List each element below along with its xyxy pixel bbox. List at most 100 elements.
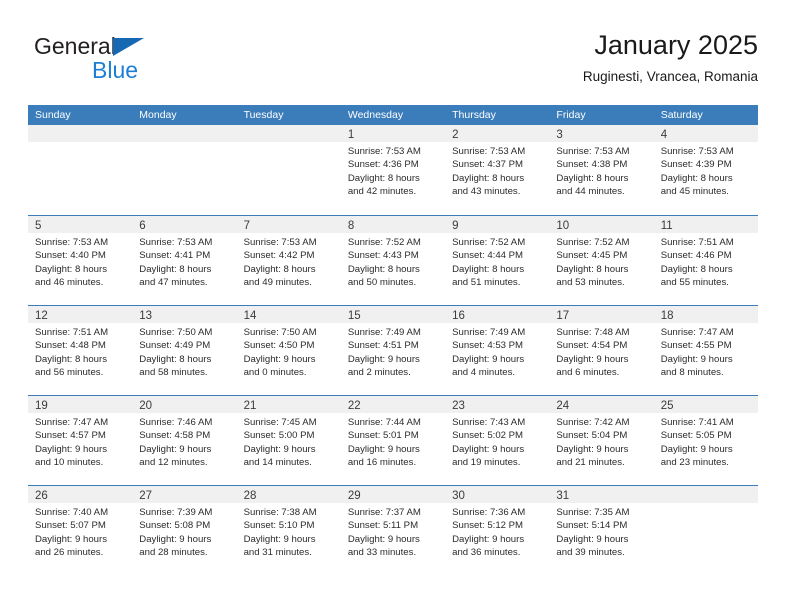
day-cell[interactable]: 18 Sunrise: 7:47 AM Sunset: 4:55 PM Dayligh… xyxy=(653,306,758,395)
day-cell[interactable]: 3 Sunrise: 7:53 AM Sunset: 4:38 PM Daylight… xyxy=(549,125,654,215)
day-number-band: 20 xyxy=(132,396,237,413)
day-cell[interactable]: 19 Sunrise: 7:47 AM Sunset: 4:57 PM Dayligh… xyxy=(28,396,133,485)
sunrise-text: Sunrise: 7:36 AM xyxy=(452,507,526,518)
day-details: Sunrise: 7:53 AM Sunset: 4:36 PM Daylight:… xyxy=(341,142,445,199)
day-cell[interactable]: 26 Sunrise: 7:40 AM Sunset: 5:07 PM Dayligh… xyxy=(28,486,133,575)
brand-logo[interactable]: General Blue xyxy=(34,32,274,92)
daylight-text-line1: Daylight: 9 hours xyxy=(139,533,212,545)
day-number-band: 15 xyxy=(340,306,446,323)
sunset-text: Sunset: 5:12 PM xyxy=(452,520,524,532)
page-title: January 2025 xyxy=(594,30,758,60)
sunset-text: Sunset: 5:10 PM xyxy=(243,520,315,532)
day-number: 19 xyxy=(35,400,48,412)
day-cell[interactable]: 9 Sunrise: 7:52 AM Sunset: 4:44 PM Daylight… xyxy=(445,216,550,305)
daylight-text-line2: and 10 minutes. xyxy=(35,457,104,469)
day-number-band: 11 xyxy=(653,216,758,233)
daylight-text-line2: and 45 minutes. xyxy=(660,186,729,198)
sunrise-text: Sunrise: 7:53 AM xyxy=(139,237,213,248)
daylight-text-line1: Daylight: 9 hours xyxy=(452,443,525,455)
day-cell[interactable]: 8 Sunrise: 7:52 AM Sunset: 4:43 PM Daylight… xyxy=(340,216,446,305)
calendar-week-row: 12 Sunrise: 7:51 AM Sunset: 4:48 PM Dayligh… xyxy=(28,305,758,395)
sunset-text: Sunset: 4:50 PM xyxy=(243,340,315,352)
day-details: Sunrise: 7:36 AM Sunset: 5:12 PM Daylight:… xyxy=(445,503,549,560)
day-cell[interactable]: 22 Sunrise: 7:44 AM Sunset: 5:01 PM Dayligh… xyxy=(340,396,446,485)
sunset-text: Sunset: 4:53 PM xyxy=(452,340,524,352)
daylight-text-line1: Daylight: 9 hours xyxy=(556,353,629,365)
day-cell[interactable]: 15 Sunrise: 7:49 AM Sunset: 4:51 PM Dayligh… xyxy=(340,306,446,395)
day-cell[interactable]: 27 Sunrise: 7:39 AM Sunset: 5:08 PM Dayligh… xyxy=(132,486,237,575)
day-number-band: 5 xyxy=(28,216,133,233)
day-details: Sunrise: 7:40 AM Sunset: 5:07 PM Daylight:… xyxy=(28,503,132,560)
day-cell[interactable]: 21 Sunrise: 7:45 AM Sunset: 5:00 PM Dayligh… xyxy=(236,396,341,485)
day-cell[interactable]: 25 Sunrise: 7:41 AM Sunset: 5:05 PM Dayligh… xyxy=(653,396,758,485)
daylight-text-line1: Daylight: 9 hours xyxy=(452,353,525,365)
day-cell[interactable]: 28 Sunrise: 7:38 AM Sunset: 5:10 PM Dayligh… xyxy=(236,486,341,575)
sunrise-text: Sunrise: 7:45 AM xyxy=(243,417,317,428)
day-number: 27 xyxy=(139,490,153,502)
daylight-text-line2: and 58 minutes. xyxy=(139,367,208,379)
sunrise-text: Sunrise: 7:53 AM xyxy=(347,146,421,157)
sunset-text: Sunset: 4:55 PM xyxy=(660,340,732,352)
daylight-text-line2: and 0 minutes. xyxy=(243,367,307,379)
day-cell[interactable]: 11 Sunrise: 7:51 AM Sunset: 4:46 PM Dayligh… xyxy=(653,216,758,305)
day-cell[interactable]: 24 Sunrise: 7:42 AM Sunset: 5:04 PM Dayligh… xyxy=(549,396,654,485)
day-cell[interactable]: 31 Sunrise: 7:35 AM Sunset: 5:14 PM Dayligh… xyxy=(549,486,654,575)
day-number-band: 6 xyxy=(132,216,237,233)
day-cell[interactable]: 29 Sunrise: 7:37 AM Sunset: 5:11 PM Dayligh… xyxy=(340,486,446,575)
calendar-page: General Blue January 2025 Ruginesti, Vra… xyxy=(0,0,792,612)
daylight-text-line2: and 4 minutes. xyxy=(452,367,516,379)
day-number: 1 xyxy=(347,129,355,141)
daylight-text-line2: and 36 minutes. xyxy=(452,547,521,559)
day-cell[interactable]: 13 Sunrise: 7:50 AM Sunset: 4:49 PM Dayligh… xyxy=(132,306,237,395)
day-number: 5 xyxy=(35,220,42,232)
day-details: Sunrise: 7:50 AM Sunset: 4:50 PM Daylight:… xyxy=(237,323,341,380)
brand-name-general: General xyxy=(34,33,116,59)
daylight-text-line2: and 46 minutes. xyxy=(35,277,104,289)
day-cell[interactable]: 10 Sunrise: 7:52 AM Sunset: 4:45 PM Dayligh… xyxy=(549,216,654,305)
day-number: 21 xyxy=(243,400,257,412)
day-number: 4 xyxy=(660,129,668,141)
day-number-band: 2 xyxy=(445,125,550,142)
day-cell[interactable]: 17 Sunrise: 7:48 AM Sunset: 4:54 PM Dayligh… xyxy=(549,306,654,395)
day-cell[interactable]: 4 Sunrise: 7:53 AM Sunset: 4:39 PM Daylight… xyxy=(653,125,758,215)
day-details: Sunrise: 7:53 AM Sunset: 4:39 PM Daylight:… xyxy=(654,142,758,199)
day-cell[interactable]: 7 Sunrise: 7:53 AM Sunset: 4:42 PM Daylight… xyxy=(236,216,341,305)
day-cell[interactable]: 2 Sunrise: 7:53 AM Sunset: 4:37 PM Daylight… xyxy=(445,125,550,215)
day-cell[interactable]: 1 Sunrise: 7:53 AM Sunset: 4:36 PM Daylight… xyxy=(340,125,446,215)
day-details: Sunrise: 7:46 AM Sunset: 4:58 PM Daylight:… xyxy=(132,413,236,470)
sunrise-text: Sunrise: 7:43 AM xyxy=(452,417,526,428)
day-cell[interactable]: 5 Sunrise: 7:53 AM Sunset: 4:40 PM Daylight… xyxy=(28,216,133,305)
day-details: Sunrise: 7:43 AM Sunset: 5:02 PM Daylight:… xyxy=(445,413,549,470)
day-cell[interactable]: 23 Sunrise: 7:43 AM Sunset: 5:02 PM Dayligh… xyxy=(445,396,550,485)
calendar-week-row: 5 Sunrise: 7:53 AM Sunset: 4:40 PM Daylight… xyxy=(28,215,758,305)
day-cell[interactable]: 30 Sunrise: 7:36 AM Sunset: 5:12 PM Dayligh… xyxy=(445,486,550,575)
day-number-band: 18 xyxy=(653,306,758,323)
day-number: 3 xyxy=(556,129,563,141)
day-number: 24 xyxy=(556,400,570,412)
daylight-text-line2: and 26 minutes. xyxy=(35,547,104,559)
title-block: January 2025 Ruginesti, Vrancea, Romania xyxy=(583,28,758,88)
brand-top-row: General xyxy=(34,32,274,60)
day-cell[interactable]: 12 Sunrise: 7:51 AM Sunset: 4:48 PM Dayligh… xyxy=(28,306,133,395)
sunset-text: Sunset: 4:40 PM xyxy=(35,250,106,262)
daylight-text-line2: and 23 minutes. xyxy=(660,457,729,469)
day-cell[interactable]: 16 Sunrise: 7:49 AM Sunset: 4:53 PM Dayligh… xyxy=(445,306,550,395)
daylight-text-line1: Daylight: 9 hours xyxy=(556,443,629,455)
sunset-text: Sunset: 5:02 PM xyxy=(452,430,524,442)
day-cell[interactable]: 6 Sunrise: 7:53 AM Sunset: 4:41 PM Daylight… xyxy=(132,216,237,305)
day-number-band: 10 xyxy=(549,216,654,233)
day-number-band xyxy=(653,486,758,503)
daylight-text-line1: Daylight: 9 hours xyxy=(243,443,316,455)
sunset-text: Sunset: 5:07 PM xyxy=(35,520,106,532)
daylight-text-line2: and 43 minutes. xyxy=(452,186,521,198)
day-number-band xyxy=(28,125,133,142)
day-number-band: 4 xyxy=(653,125,758,142)
daylight-text-line2: and 2 minutes. xyxy=(347,367,411,379)
day-cell-empty xyxy=(653,486,758,575)
weekday-header-thursday: Thursday xyxy=(452,109,496,121)
sunset-text: Sunset: 4:58 PM xyxy=(139,430,211,442)
day-cell[interactable]: 20 Sunrise: 7:46 AM Sunset: 4:58 PM Dayligh… xyxy=(132,396,237,485)
day-details: Sunrise: 7:50 AM Sunset: 4:49 PM Daylight:… xyxy=(132,323,236,380)
day-cell[interactable]: 14 Sunrise: 7:50 AM Sunset: 4:50 PM Dayligh… xyxy=(236,306,341,395)
day-details: Sunrise: 7:53 AM Sunset: 4:40 PM Daylight:… xyxy=(28,233,132,290)
